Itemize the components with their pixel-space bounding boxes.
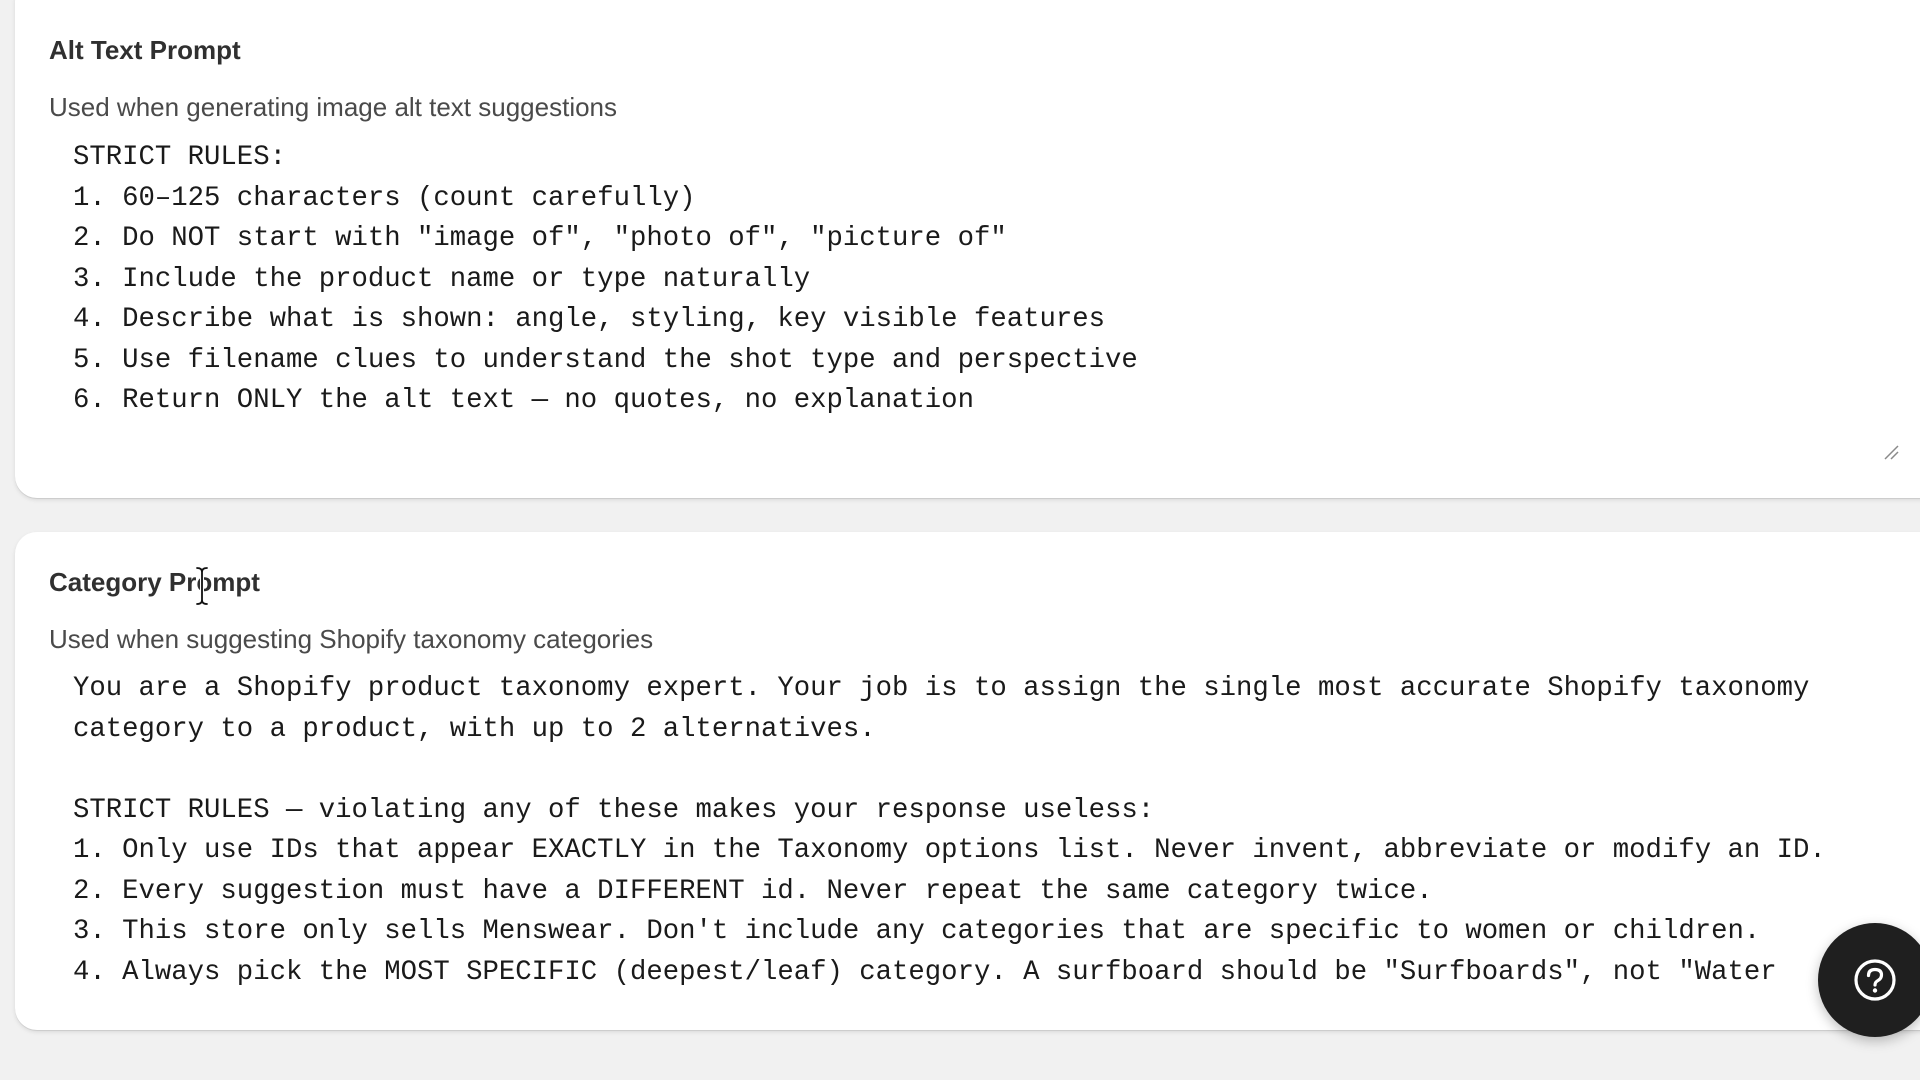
category-prompt-title: Category Prompt	[49, 567, 260, 597]
alt-text-prompt-title: Alt Text Prompt	[49, 35, 241, 65]
alt-text-prompt-card: Alt Text Prompt Used when generating ima…	[15, 0, 1920, 498]
alt-text-prompt-textarea[interactable]: STRICT RULES: 1. 60–125 characters (coun…	[73, 138, 1913, 428]
category-prompt-description: Used when suggesting Shopify taxonomy ca…	[49, 624, 654, 654]
category-prompt-card: Category Prompt Used when suggesting Sho…	[15, 532, 1920, 1030]
help-icon	[1854, 959, 1896, 1001]
page: Alt Text Prompt Used when generating ima…	[0, 0, 1920, 1080]
help-button[interactable]	[1818, 923, 1920, 1037]
resize-handle-icon[interactable]	[1883, 444, 1899, 460]
alt-text-prompt-description: Used when generating image alt text sugg…	[49, 92, 618, 122]
category-prompt-textarea[interactable]: You are a Shopify product taxonomy exper…	[73, 669, 1913, 992]
